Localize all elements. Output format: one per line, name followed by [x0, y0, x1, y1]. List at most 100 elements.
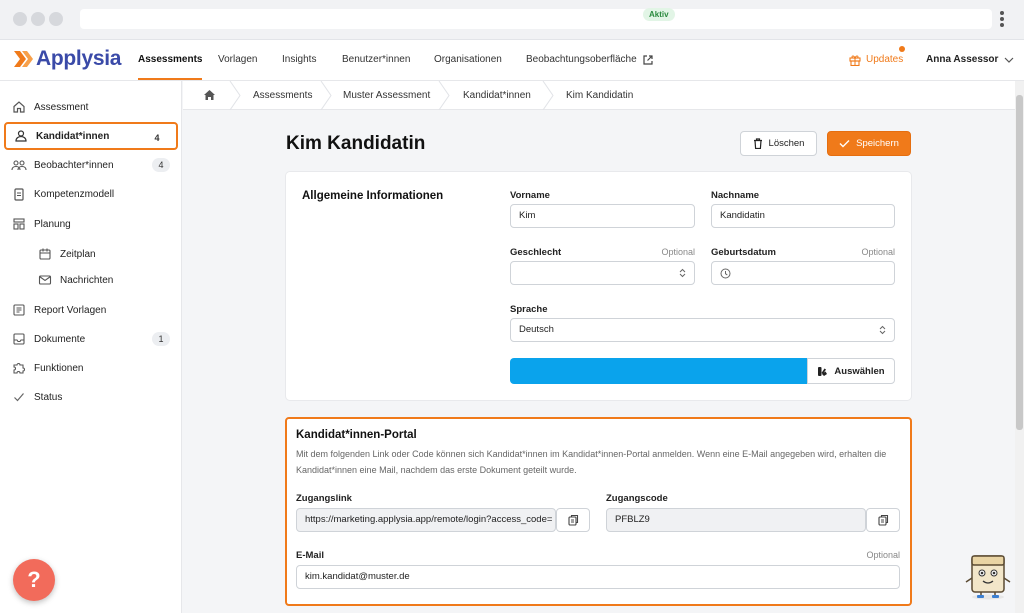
report-icon: [4, 303, 34, 317]
sidebar-item-label: Report Vorlagen: [34, 304, 107, 316]
group-icon: [4, 158, 34, 172]
sidebar-item-label: Kompetenzmodell: [34, 188, 115, 200]
sidebar-item-label: Nachrichten: [60, 274, 114, 286]
sidebar-item-nachrichten[interactable]: Nachrichten: [4, 266, 178, 294]
nav-beobachtungsoberflaeche[interactable]: Beobachtungsoberfläche: [526, 40, 653, 80]
sprache-select[interactable]: Deutsch: [510, 318, 895, 342]
portal-description: Mit dem folgenden Link oder Code können …: [296, 449, 887, 475]
mascot-illustration[interactable]: [964, 548, 1012, 600]
zugangslink-label: Zugangslink: [296, 493, 352, 504]
count-badge: 1: [152, 332, 170, 346]
select-button[interactable]: Auswählen: [807, 358, 895, 384]
vorname-field[interactable]: Kim: [510, 204, 695, 228]
sidebar-item-kandidatinnen[interactable]: Kandidat*innen 4: [4, 122, 178, 150]
browser-chrome: [0, 0, 1024, 40]
window-dot: [31, 12, 45, 26]
copy-code-button[interactable]: [866, 508, 900, 532]
geschlecht-optional: Optional: [661, 247, 695, 257]
sidebar-item-label: Zeitplan: [60, 248, 96, 260]
nachname-field[interactable]: Kandidatin: [711, 204, 895, 228]
breadcrumb-kim-kandidatin: Kim Kandidatin: [566, 90, 634, 101]
clock-icon: [720, 268, 731, 279]
nav-insights[interactable]: Insights: [282, 40, 316, 80]
delete-label: Löschen: [768, 138, 805, 149]
layout-icon: [4, 217, 34, 231]
nav-assessments[interactable]: Assessments: [138, 40, 203, 80]
copy-link-button[interactable]: [556, 508, 590, 532]
breadcrumb-separator: [229, 81, 241, 110]
portal-title: Kandidat*innen-Portal: [296, 429, 417, 441]
sidebar-item-assessment[interactable]: Assessment: [4, 93, 178, 121]
sidebar-item-report-vorlagen[interactable]: Report Vorlagen: [4, 296, 178, 324]
save-button[interactable]: Speichern: [827, 131, 911, 156]
user-menu[interactable]: Anna Assessor: [926, 40, 1014, 80]
sprache-label: Sprache: [510, 304, 548, 315]
email-field[interactable]: kim.kandidat@muster.de: [296, 565, 900, 589]
sidebar-item-dokumente[interactable]: Dokumente 1: [4, 325, 178, 353]
general-info-title: Allgemeine Informationen: [302, 190, 444, 202]
count-badge: 4: [152, 158, 170, 172]
gift-icon: [849, 55, 861, 66]
window-dot: [13, 12, 27, 26]
sidebar-item-label: Beobachter*innen: [34, 159, 114, 171]
updown-chevron-icon: [879, 319, 886, 341]
help-button[interactable]: ?: [13, 559, 55, 601]
sidebar-item-status[interactable]: Status: [4, 383, 178, 411]
vorname-label: Vorname: [510, 190, 550, 201]
logo-text: Applysia: [36, 47, 122, 70]
breadcrumb-muster-assessment[interactable]: Muster Assessment: [343, 81, 430, 110]
nav-beobachtung-label: Beobachtungsoberfläche: [526, 54, 637, 65]
sidebar-item-label: Kandidat*innen: [36, 130, 110, 142]
calendar-icon: [30, 247, 60, 261]
browser-menu-icon[interactable]: [999, 10, 1005, 28]
breadcrumb-kandidatinnen[interactable]: Kandidat*innen: [463, 81, 531, 110]
home-icon: [4, 100, 34, 114]
zugangslink-field[interactable]: https://marketing.applysia.app/remote/lo…: [296, 508, 556, 532]
geschlecht-select[interactable]: [510, 261, 695, 285]
applysia-logo[interactable]: Applysia: [14, 46, 121, 72]
status-badge: Aktiv: [643, 8, 675, 21]
save-label: Speichern: [856, 138, 899, 149]
select-label: Auswählen: [834, 365, 885, 377]
sidebar-item-planung[interactable]: Planung: [4, 210, 178, 238]
breadcrumb: Assessments Muster Assessment Kandidat*i…: [183, 81, 1015, 110]
updates-button[interactable]: Updates: [849, 40, 905, 80]
geburtsdatum-field[interactable]: [711, 261, 895, 285]
zugangscode-field[interactable]: PFBLZ9: [606, 508, 866, 532]
breadcrumb-assessments[interactable]: Assessments: [253, 81, 312, 110]
nachname-label: Nachname: [711, 190, 760, 201]
breadcrumb-separator: [438, 81, 450, 110]
sprache-value: Deutsch: [519, 324, 554, 335]
updown-chevron-icon: [679, 262, 686, 284]
address-bar[interactable]: [80, 9, 992, 29]
count-badge: 4: [154, 133, 160, 143]
clipboard-icon: [4, 187, 34, 201]
scrollbar-thumb[interactable]: [1016, 95, 1023, 430]
nav-benutzer[interactable]: Benutzer*innen: [342, 40, 410, 80]
palette-icon: [818, 366, 828, 376]
inbox-icon: [4, 332, 34, 346]
delete-button[interactable]: Löschen: [740, 131, 817, 156]
check-icon: [4, 390, 34, 404]
email-label: E-Mail: [296, 550, 324, 561]
nav-organisationen[interactable]: Organisationen: [434, 40, 502, 80]
breadcrumb-separator: [542, 81, 554, 110]
sidebar-item-label: Assessment: [34, 101, 89, 113]
puzzle-icon: [4, 361, 34, 375]
window-dot: [49, 12, 63, 26]
sidebar-item-beobachterinnen[interactable]: Beobachter*innen 4: [4, 151, 178, 179]
zugangscode-label: Zugangscode: [606, 493, 668, 504]
nav-vorlagen[interactable]: Vorlagen: [218, 40, 257, 80]
avatar-color-bar[interactable]: [510, 358, 808, 384]
sidebar-item-funktionen[interactable]: Funktionen: [4, 354, 178, 382]
logo-arrows-icon: [14, 51, 33, 67]
updates-label: Updates: [866, 54, 904, 65]
geschlecht-label: Geschlecht: [510, 247, 562, 258]
sidebar-item-kompetenzmodell[interactable]: Kompetenzmodell: [4, 180, 178, 208]
trash-icon: [753, 138, 762, 149]
geburtsdatum-optional: Optional: [861, 247, 895, 257]
sidebar-item-zeitplan[interactable]: Zeitplan: [4, 240, 178, 268]
chevron-down-icon: [1005, 57, 1014, 63]
home-icon[interactable]: [203, 89, 216, 101]
sidebar-item-label: Planung: [34, 218, 71, 230]
